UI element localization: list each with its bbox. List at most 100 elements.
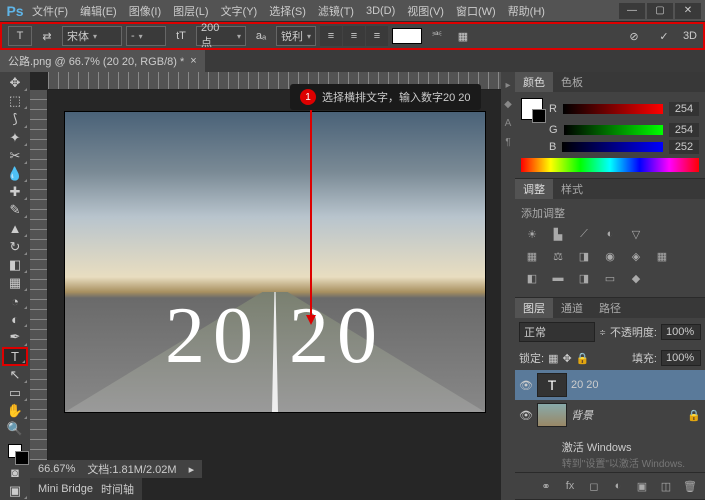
opacity-input[interactable]: 100% bbox=[661, 324, 701, 340]
layer-style-button[interactable]: fx bbox=[559, 477, 581, 495]
text-orientation-button[interactable]: ⇄ bbox=[36, 26, 58, 46]
delete-layer-button[interactable]: 🗑 bbox=[679, 477, 701, 495]
status-chevron-icon[interactable]: ▸ bbox=[189, 463, 195, 476]
commit-button[interactable]: ✓ bbox=[653, 26, 675, 46]
marquee-tool[interactable]: ⬚ bbox=[2, 92, 28, 110]
menu-file[interactable]: 文件(F) bbox=[26, 0, 74, 22]
screen-mode-button[interactable]: ▣ bbox=[2, 482, 28, 500]
layers-tab[interactable]: 图层 bbox=[515, 298, 553, 318]
channels-tab[interactable]: 通道 bbox=[553, 298, 591, 318]
type-tool[interactable]: T bbox=[2, 347, 28, 366]
bw-icon[interactable]: ◨ bbox=[573, 247, 595, 265]
shape-tool[interactable]: ▭ bbox=[2, 384, 28, 402]
menu-edit[interactable]: 编辑(E) bbox=[74, 0, 123, 22]
history-panel-icon[interactable]: ▸ bbox=[505, 80, 510, 91]
menu-3d[interactable]: 3D(D) bbox=[360, 0, 401, 22]
r-value[interactable]: 254 bbox=[669, 102, 699, 116]
lock-pixels-icon[interactable]: ▦ bbox=[548, 352, 558, 365]
layer-name[interactable]: 背景 bbox=[571, 407, 593, 423]
curves-icon[interactable]: ⟋ bbox=[573, 225, 595, 243]
vibrance-icon[interactable]: ▽ bbox=[625, 225, 647, 243]
crop-tool[interactable]: ✂ bbox=[2, 147, 28, 165]
channel-mixer-icon[interactable]: ◈ bbox=[625, 247, 647, 265]
g-value[interactable]: 254 bbox=[669, 123, 699, 137]
warp-text-button[interactable]: ⎃ bbox=[426, 26, 448, 46]
link-layers-button[interactable]: ⚭ bbox=[535, 477, 557, 495]
menu-help[interactable]: 帮助(H) bbox=[502, 0, 551, 22]
menu-filter[interactable]: 滤镜(T) bbox=[312, 0, 360, 22]
healing-tool[interactable]: ✚ bbox=[2, 183, 28, 201]
layer-name[interactable]: 20 20 bbox=[571, 379, 599, 391]
fill-input[interactable]: 100% bbox=[661, 350, 701, 366]
adjustment-layer-button[interactable]: ◐ bbox=[607, 477, 629, 495]
antialias-select[interactable]: 锐利▾ bbox=[276, 26, 316, 46]
menu-type[interactable]: 文字(Y) bbox=[215, 0, 264, 22]
minimize-button[interactable]: — bbox=[619, 3, 645, 19]
character-panel-icon[interactable]: A bbox=[505, 118, 512, 129]
layer-row[interactable]: 👁 T 20 20 bbox=[515, 370, 705, 400]
color-spectrum[interactable] bbox=[521, 158, 699, 172]
menu-image[interactable]: 图像(I) bbox=[123, 0, 167, 22]
align-left-button[interactable]: ≡ bbox=[320, 26, 342, 46]
pen-tool[interactable]: ✒ bbox=[2, 328, 28, 346]
dodge-tool[interactable]: ◐ bbox=[2, 310, 28, 328]
close-tab-icon[interactable]: × bbox=[190, 55, 196, 67]
eyedropper-tool[interactable]: 💧 bbox=[2, 165, 28, 183]
stamp-tool[interactable]: ▲ bbox=[2, 219, 28, 237]
color-balance-icon[interactable]: ⚖ bbox=[547, 247, 569, 265]
gradient-tool[interactable]: ▦ bbox=[2, 274, 28, 292]
group-button[interactable]: ▣ bbox=[631, 477, 653, 495]
canvas[interactable]: 20 20 bbox=[65, 112, 485, 412]
layer-row[interactable]: 👁 背景 🔒 bbox=[515, 400, 705, 430]
layer-thumbnail[interactable]: T bbox=[537, 373, 567, 397]
path-selection-tool[interactable]: ↖ bbox=[2, 366, 28, 384]
levels-icon[interactable]: ▙ bbox=[547, 225, 569, 243]
paragraph-panel-icon[interactable]: ¶ bbox=[505, 137, 510, 148]
menu-layer[interactable]: 图层(L) bbox=[167, 0, 214, 22]
brightness-icon[interactable]: ☀ bbox=[521, 225, 543, 243]
posterize-icon[interactable]: ▬ bbox=[547, 269, 569, 287]
swatches-tab[interactable]: 色板 bbox=[553, 72, 591, 92]
quick-mask-button[interactable]: ◙ bbox=[2, 464, 28, 482]
blend-mode-select[interactable]: 正常 bbox=[519, 322, 595, 342]
zoom-level[interactable]: 66.67% bbox=[38, 463, 75, 475]
menu-select[interactable]: 选择(S) bbox=[263, 0, 312, 22]
cancel-button[interactable]: ⊘ bbox=[623, 26, 645, 46]
menu-window[interactable]: 窗口(W) bbox=[450, 0, 502, 22]
g-slider[interactable] bbox=[564, 125, 663, 135]
lasso-tool[interactable]: ⟆ bbox=[2, 110, 28, 128]
blur-tool[interactable]: ◔ bbox=[2, 292, 28, 310]
layer-mask-button[interactable]: ◻ bbox=[583, 477, 605, 495]
character-panel-button[interactable]: ▦ bbox=[452, 26, 474, 46]
text-layer-content[interactable]: 20 20 bbox=[65, 291, 485, 382]
zoom-tool[interactable]: 🔍 bbox=[2, 420, 28, 438]
document-info[interactable]: 文档:1.81M/2.02M bbox=[87, 461, 176, 477]
brush-tool[interactable]: ✎ bbox=[2, 201, 28, 219]
foreground-background-colors[interactable] bbox=[2, 438, 28, 463]
hue-icon[interactable]: ▦ bbox=[521, 247, 543, 265]
new-layer-button[interactable]: ◫ bbox=[655, 477, 677, 495]
text-color-swatch[interactable] bbox=[392, 28, 422, 44]
align-center-button[interactable]: ≡ bbox=[343, 26, 365, 46]
font-size-select[interactable]: 200 点▾ bbox=[196, 26, 246, 46]
font-family-select[interactable]: 宋体▾ bbox=[62, 26, 122, 46]
r-slider[interactable] bbox=[563, 104, 663, 114]
selective-color-icon[interactable]: ◆ bbox=[625, 269, 647, 287]
color-lookup-icon[interactable]: ▦ bbox=[651, 247, 673, 265]
properties-panel-icon[interactable]: ◆ bbox=[504, 99, 512, 110]
gradient-map-icon[interactable]: ▭ bbox=[599, 269, 621, 287]
menu-view[interactable]: 视图(V) bbox=[401, 0, 450, 22]
visibility-toggle[interactable]: 👁 bbox=[519, 409, 533, 422]
history-brush-tool[interactable]: ↻ bbox=[2, 238, 28, 256]
document-tab[interactable]: 公路.png @ 66.7% (20 20, RGB/8) * × bbox=[0, 50, 205, 72]
text-tool-indicator[interactable]: T bbox=[8, 26, 32, 46]
threshold-icon[interactable]: ◨ bbox=[573, 269, 595, 287]
styles-tab[interactable]: 样式 bbox=[553, 179, 591, 199]
lock-position-icon[interactable]: ✥ bbox=[562, 352, 571, 365]
close-button[interactable]: ✕ bbox=[675, 3, 701, 19]
photo-filter-icon[interactable]: ◉ bbox=[599, 247, 621, 265]
3d-button[interactable]: 3D bbox=[683, 30, 697, 42]
invert-icon[interactable]: ◧ bbox=[521, 269, 543, 287]
timeline-tab[interactable]: 时间轴 bbox=[101, 481, 134, 497]
adjustments-tab[interactable]: 调整 bbox=[515, 179, 553, 199]
